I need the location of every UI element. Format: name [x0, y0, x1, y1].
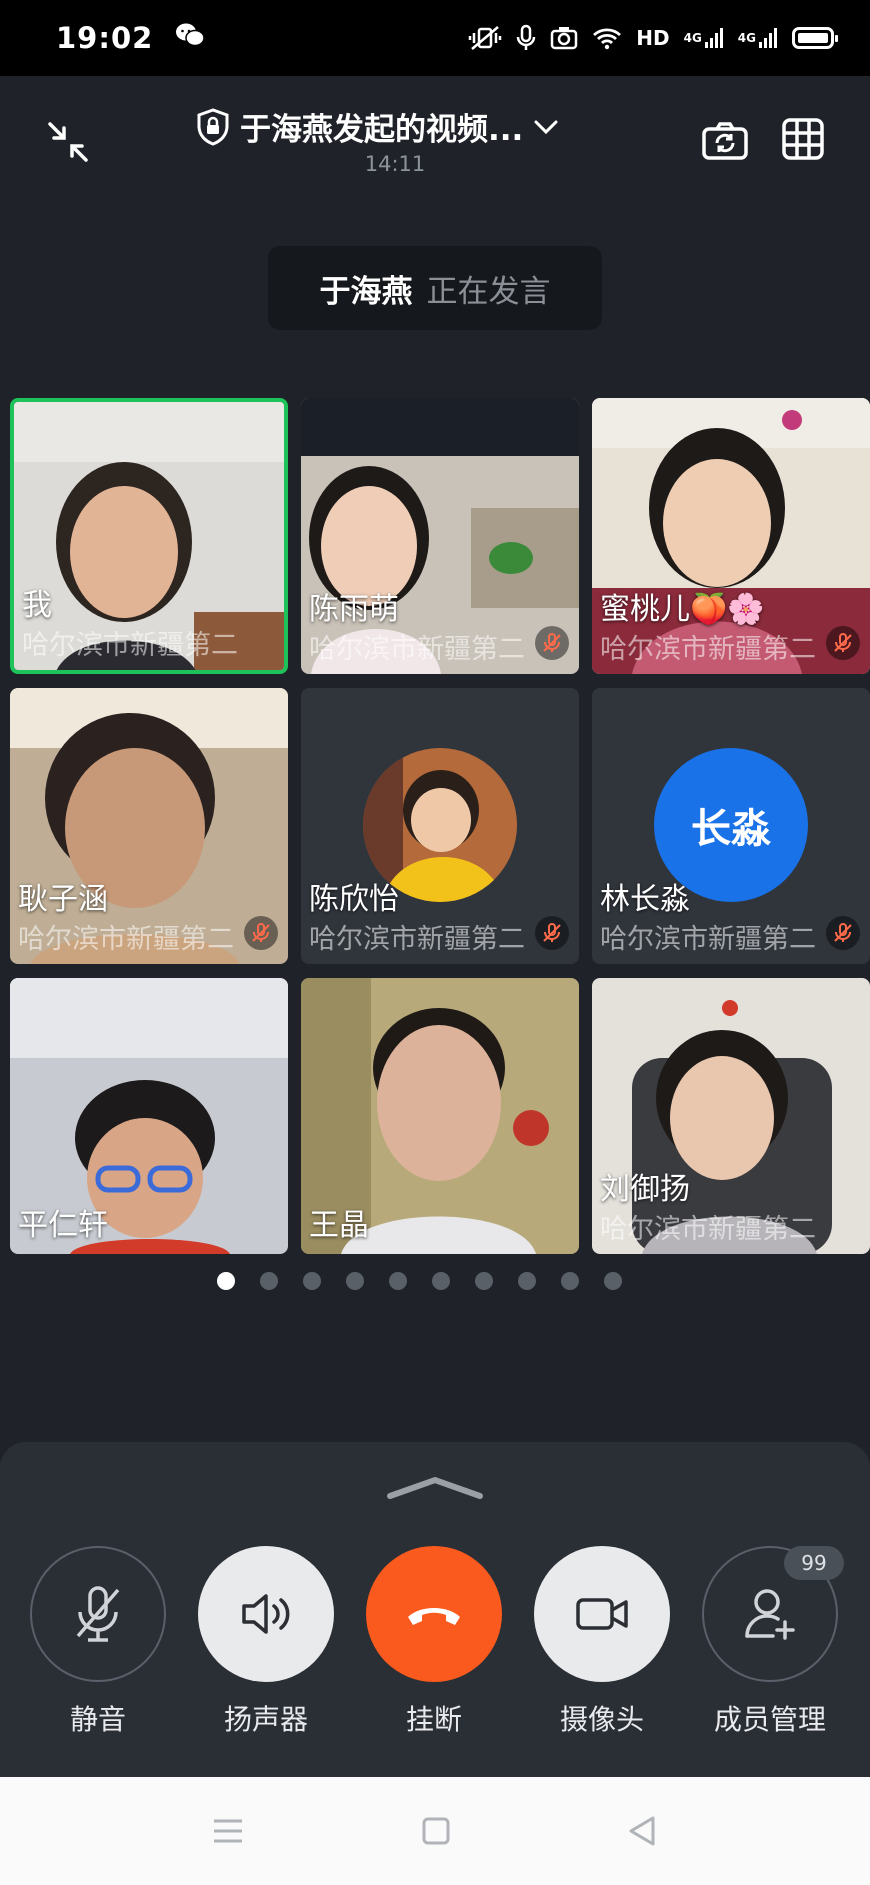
page-dot[interactable]	[603, 1272, 622, 1290]
wifi-icon	[592, 23, 622, 53]
grid-layout-button[interactable]	[780, 116, 826, 162]
participant-tile[interactable]: 陈欣怡 哈尔滨市新疆第二	[301, 688, 579, 964]
signal-sim2-icon: 4G	[738, 23, 778, 53]
participant-org: 哈尔滨市新疆第二	[600, 634, 816, 665]
chevron-down-icon	[534, 120, 558, 134]
participant-tile[interactable]: 我 哈尔滨市新疆第二	[10, 398, 288, 674]
participant-org: 哈尔滨市新疆第二	[600, 924, 816, 955]
call-header: 于海燕发起的视频... 14:11	[0, 76, 870, 196]
participant-name: 蜜桃儿🍑🌸	[600, 592, 765, 627]
page-indicator[interactable]	[0, 1272, 870, 1290]
vibrate-off-icon	[468, 23, 502, 53]
member-management-label: 成员管理	[713, 1703, 826, 1736]
muted-mic-icon	[244, 916, 278, 950]
camera-status-icon	[550, 23, 578, 53]
participant-tile[interactable]: 刘御扬 哈尔滨市新疆第二	[592, 978, 870, 1254]
participant-org: 哈尔滨市新疆第二	[309, 924, 525, 955]
speaker-label: 扬声器	[223, 1703, 308, 1736]
status-bar: 19:02 HD 4G 4G	[0, 0, 870, 76]
participant-tile[interactable]: 陈雨萌 哈尔滨市新疆第二	[301, 398, 579, 674]
call-title: 于海燕发起的视频...	[240, 112, 524, 148]
chevron-up-icon	[387, 1476, 483, 1499]
video-camera-icon	[576, 1598, 628, 1630]
system-nav-bar	[0, 1777, 870, 1885]
participant-org: 哈尔滨市新疆第二	[18, 924, 234, 955]
call-control-panel: 静音 扬声器 挂断 摄像头 99 成员管理	[0, 1442, 870, 1777]
camera-button[interactable]: 摄像头	[532, 1546, 672, 1738]
muted-mic-icon	[826, 916, 860, 950]
page-dot[interactable]	[431, 1272, 450, 1290]
call-duration: 14:11	[364, 152, 426, 176]
active-speaker-banner: 于海燕 正在发言	[268, 246, 602, 330]
camera-switch-icon	[702, 122, 748, 160]
active-speaker-status: 正在发言	[426, 273, 551, 310]
participant-tile[interactable]: 耿子涵 哈尔滨市新疆第二	[10, 688, 288, 964]
page-dot[interactable]	[345, 1272, 364, 1290]
participant-name: 王晶	[309, 1208, 369, 1243]
member-management-button[interactable]: 99 成员管理	[700, 1546, 844, 1738]
menu-icon	[214, 1819, 242, 1843]
muted-mic-icon	[535, 626, 569, 660]
muted-mic-icon	[826, 626, 860, 660]
participant-tile[interactable]: 蜜桃儿🍑🌸 哈尔滨市新疆第二	[592, 398, 870, 674]
phone-hangup-icon	[408, 1608, 460, 1625]
participant-name: 我	[22, 588, 52, 623]
wechat-icon	[175, 22, 206, 55]
active-speaker-name: 于海燕	[319, 273, 413, 310]
participant-name: 陈欣怡	[309, 882, 399, 917]
participant-name: 林长淼	[600, 882, 690, 917]
participant-name: 耿子涵	[18, 882, 108, 917]
nav-back-button[interactable]	[612, 1801, 672, 1861]
participant-org: 哈尔滨市新疆第二	[22, 630, 238, 661]
page-dot-active[interactable]	[216, 1272, 235, 1290]
hang-up-button[interactable]: 挂断	[364, 1546, 504, 1738]
participant-name: 陈雨萌	[309, 592, 399, 627]
page-dot[interactable]	[259, 1272, 278, 1290]
page-dot[interactable]	[388, 1272, 407, 1290]
page-dot[interactable]	[474, 1272, 493, 1290]
status-time: 19:02	[56, 21, 154, 55]
speaker-button[interactable]: 扬声器	[196, 1546, 336, 1738]
muted-mic-icon	[535, 916, 569, 950]
participant-tile[interactable]: 王晶	[301, 978, 579, 1254]
camera-label: 摄像头	[559, 1703, 644, 1736]
mute-label: 静音	[69, 1703, 126, 1736]
back-triangle-icon	[629, 1816, 655, 1846]
participant-tile[interactable]: 平仁轩	[10, 978, 288, 1254]
page-dot[interactable]	[560, 1272, 579, 1290]
call-title-dropdown[interactable]: 于海燕发起的视频...	[196, 104, 559, 149]
participant-name: 刘御扬	[600, 1172, 690, 1207]
page-dot[interactable]	[302, 1272, 321, 1290]
participant-org: 哈尔滨市新疆第二	[600, 1214, 816, 1245]
hang-up-label: 挂断	[405, 1703, 462, 1736]
expand-panel-handle[interactable]	[386, 1472, 484, 1502]
member-count-badge: 99	[784, 1546, 844, 1580]
home-square-icon	[422, 1817, 450, 1845]
participant-tile[interactable]: 长淼 林长淼 哈尔滨市新疆第二	[592, 688, 870, 964]
switch-camera-button[interactable]	[700, 116, 750, 166]
nav-home-button[interactable]	[406, 1801, 466, 1861]
nav-menu-button[interactable]	[198, 1801, 258, 1861]
shield-lock-icon	[197, 107, 229, 146]
participant-name: 平仁轩	[18, 1208, 108, 1243]
grid-icon	[782, 118, 824, 160]
battery-icon	[792, 27, 838, 49]
page-dot[interactable]	[517, 1272, 536, 1290]
speaker-icon	[242, 1594, 290, 1634]
signal-sim1-icon: 4G	[684, 23, 724, 53]
hd-label: HD	[636, 26, 670, 50]
add-person-icon	[745, 1589, 795, 1640]
mute-button[interactable]: 静音	[28, 1546, 168, 1738]
microphone-icon	[516, 23, 536, 53]
mic-off-icon	[76, 1586, 120, 1642]
participant-org: 哈尔滨市新疆第二	[309, 634, 525, 665]
